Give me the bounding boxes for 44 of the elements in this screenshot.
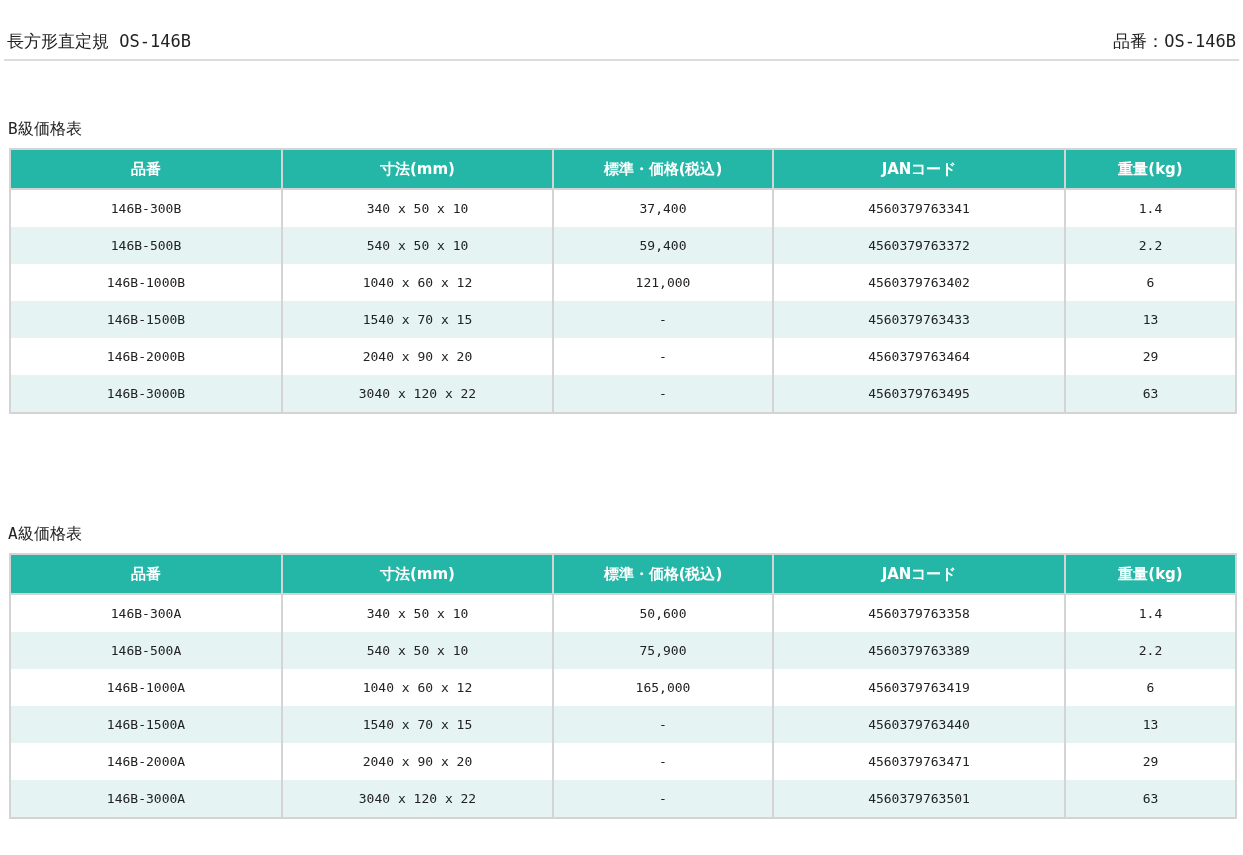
table-cell: 146B-500B <box>10 227 282 264</box>
table-cell: 63 <box>1065 375 1236 413</box>
table-cell: 540 x 50 x 10 <box>282 227 553 264</box>
section-title: A級価格表 <box>8 524 83 545</box>
section-title: B級価格表 <box>8 119 83 140</box>
column-header: 標準・価格(税込) <box>553 149 773 189</box>
table-cell: 4560379763440 <box>773 706 1065 743</box>
table-cell: 4560379763501 <box>773 780 1065 818</box>
table-cell: 1540 x 70 x 15 <box>282 301 553 338</box>
column-header: 品番 <box>10 554 282 594</box>
table-cell: 146B-500A <box>10 632 282 669</box>
column-header: 品番 <box>10 149 282 189</box>
column-header: 重量(kg) <box>1065 149 1236 189</box>
table-cell: - <box>553 780 773 818</box>
table-cell: 4560379763389 <box>773 632 1065 669</box>
page-title: 長方形直定規 OS-146B <box>7 30 191 53</box>
table-cell: 59,400 <box>553 227 773 264</box>
table-cell: 540 x 50 x 10 <box>282 632 553 669</box>
table-cell: 146B-1500B <box>10 301 282 338</box>
table-cell: 2.2 <box>1065 632 1236 669</box>
table-cell: 146B-3000B <box>10 375 282 413</box>
column-header: JANコード <box>773 554 1065 594</box>
table-cell: - <box>553 301 773 338</box>
product-code: 品番：OS-146B <box>1113 30 1236 53</box>
table-cell: 1540 x 70 x 15 <box>282 706 553 743</box>
table-cell: 3040 x 120 x 22 <box>282 375 553 413</box>
column-header: JANコード <box>773 149 1065 189</box>
table-cell: 13 <box>1065 301 1236 338</box>
table-cell: - <box>553 375 773 413</box>
table-cell: 146B-3000A <box>10 780 282 818</box>
table-cell: 4560379763433 <box>773 301 1065 338</box>
table-cell: 75,900 <box>553 632 773 669</box>
table-cell: 4560379763372 <box>773 227 1065 264</box>
column-header: 標準・価格(税込) <box>553 554 773 594</box>
column-header: 重量(kg) <box>1065 554 1236 594</box>
table-cell: 13 <box>1065 706 1236 743</box>
table-cell: 146B-1500A <box>10 706 282 743</box>
column-header: 寸法(mm) <box>282 149 553 189</box>
table-cell: 3040 x 120 x 22 <box>282 780 553 818</box>
table-cell: 63 <box>1065 780 1236 818</box>
table-cell: 2.2 <box>1065 227 1236 264</box>
table-cell: 4560379763495 <box>773 375 1065 413</box>
column-header: 寸法(mm) <box>282 554 553 594</box>
table-cell: - <box>553 706 773 743</box>
